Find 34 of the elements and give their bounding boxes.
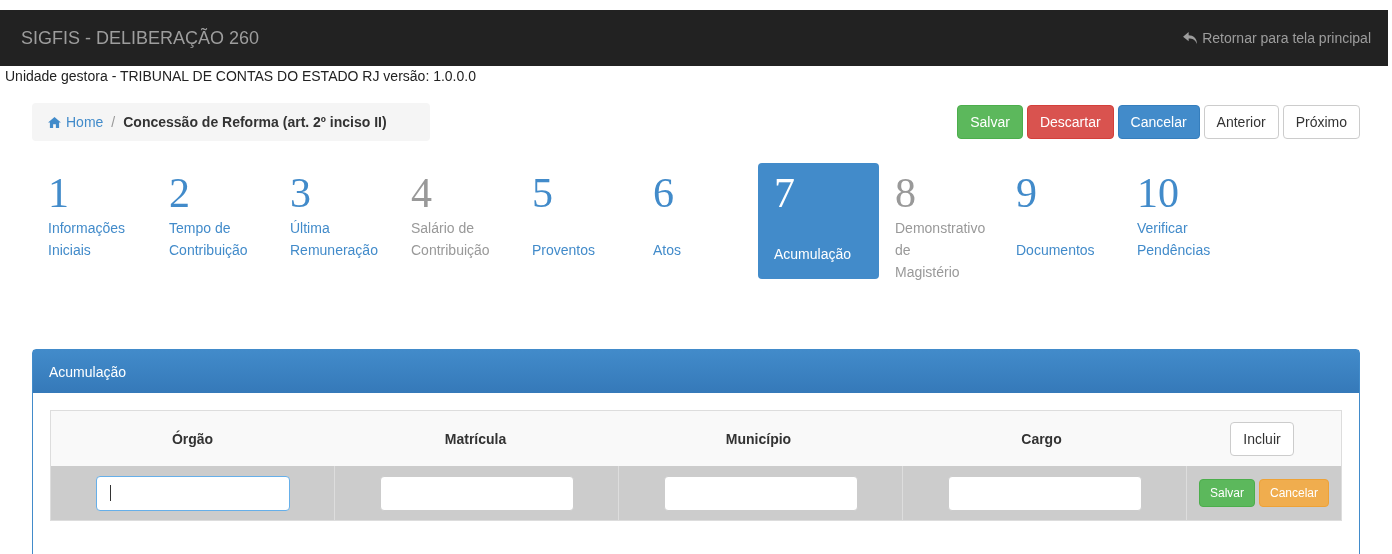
wizard-step[interactable]: 9 Documentos xyxy=(1000,163,1121,279)
wizard-step[interactable]: 1 Informações Iniciais xyxy=(32,163,153,279)
wizard-step[interactable]: 3 Última Remuneração xyxy=(274,163,395,279)
wizard-step[interactable]: 2 Tempo de Contribuição xyxy=(153,163,274,279)
input-field[interactable] xyxy=(947,475,1142,511)
action-button[interactable]: Anterior xyxy=(1203,105,1279,139)
return-link[interactable]: Retornar para tela principal xyxy=(1183,30,1371,46)
wizard-step[interactable]: 10 Verificar Pendências xyxy=(1121,163,1242,279)
reply-arrow-icon xyxy=(1183,31,1199,45)
row-button[interactable]: Cancelar xyxy=(1259,479,1329,507)
home-link[interactable]: Home xyxy=(48,114,104,130)
action-button[interactable]: Salvar xyxy=(957,105,1023,139)
wizard-step[interactable]: 6 Atos xyxy=(637,163,758,279)
row-button[interactable]: Salvar xyxy=(1198,479,1255,507)
column-header: Matrícula xyxy=(443,429,508,449)
input-field[interactable] xyxy=(95,475,290,511)
action-button[interactable]: Descartar xyxy=(1026,105,1114,139)
input-field[interactable] xyxy=(663,475,858,511)
action-button[interactable]: Próximo xyxy=(1282,105,1360,139)
home-icon xyxy=(48,116,61,128)
action-button[interactable]: Cancelar xyxy=(1117,105,1200,139)
app-title: SIGFIS - DELIBERAÇÃO 260 xyxy=(21,27,260,49)
column-header: Município xyxy=(724,429,793,449)
panel-title: Acumulação xyxy=(49,363,127,380)
text-cursor xyxy=(109,485,111,501)
info-line: Unidade gestora - TRIBUNAL DE CONTAS DO ESTADO RJ versão: 1.0.0.0 xyxy=(5,67,477,85)
column-header: Cargo xyxy=(1020,429,1063,449)
breadcrumb-current: Concessão de Reforma (art. 2º inciso II) xyxy=(123,114,387,130)
wizard-step[interactable]: 5 Proventos xyxy=(516,163,637,279)
include-button[interactable]: Incluir xyxy=(1230,421,1294,456)
input-field[interactable] xyxy=(379,475,574,511)
column-header: Órgão xyxy=(170,429,215,449)
wizard-step[interactable]: 7 Acumulação xyxy=(758,163,879,279)
breadcrumb-separator: / xyxy=(111,114,116,130)
